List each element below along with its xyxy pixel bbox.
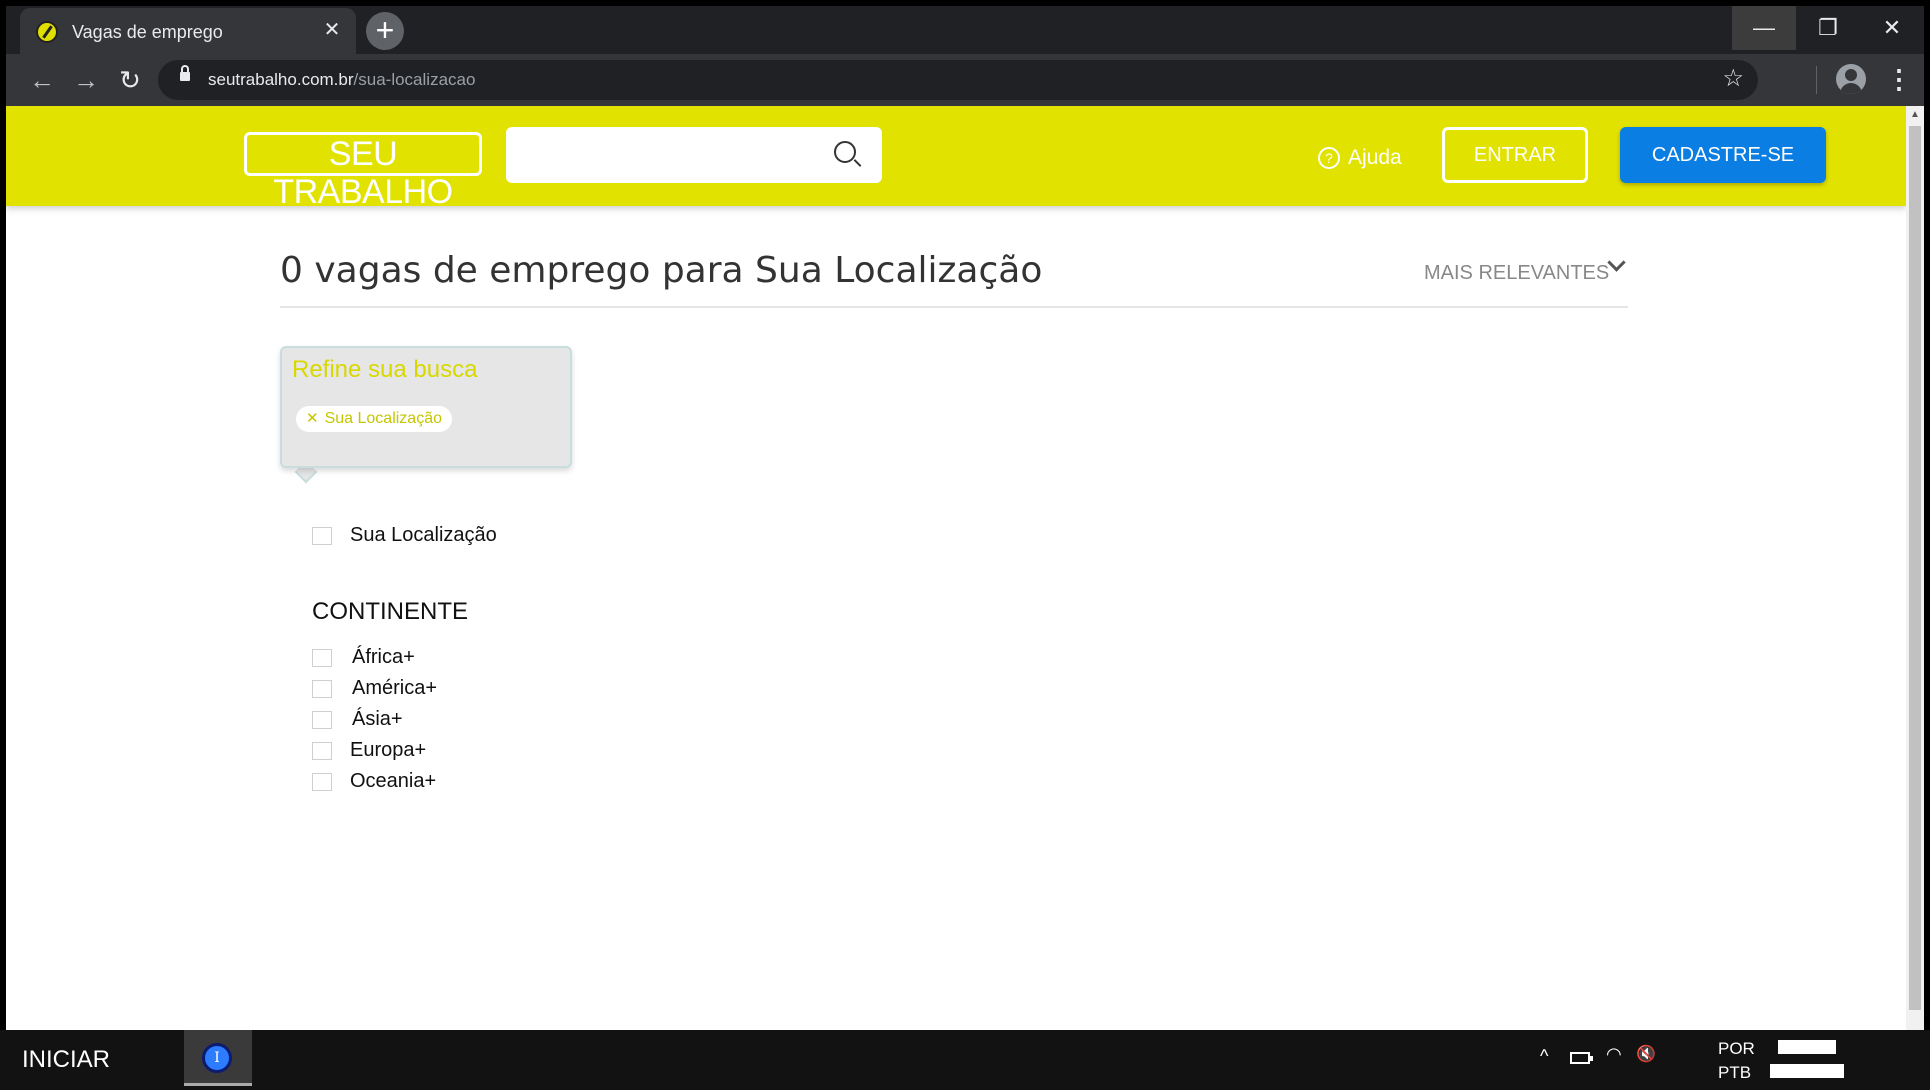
language-code[interactable]: POR xyxy=(1718,1039,1755,1059)
lock-icon xyxy=(180,65,190,81)
continent-checkbox[interactable] xyxy=(312,649,332,667)
remove-filter-icon[interactable]: ✕ xyxy=(306,406,319,432)
taskbar: INICIAR I ^ ◠ 🔇 POR PTB xyxy=(0,1030,1930,1090)
address-bar[interactable]: seutrabalho.com.br/sua-localizacao ☆ xyxy=(158,60,1758,100)
help-label: Ajuda xyxy=(1348,146,1402,169)
continent-checkbox[interactable] xyxy=(312,773,332,791)
tab-close-icon[interactable]: ✕ xyxy=(320,18,344,42)
url-path: /sua-localizacao xyxy=(353,70,476,89)
page-title: 0 vagas de emprego para Sua Localização xyxy=(280,250,1043,291)
location-checkbox[interactable] xyxy=(312,527,332,545)
app-icon: I xyxy=(202,1043,232,1073)
reload-icon[interactable]: ↻ xyxy=(114,64,146,96)
start-button[interactable]: INICIAR xyxy=(22,1046,110,1074)
location-option-label: Sua Localização xyxy=(350,524,497,546)
site-logo[interactable]: SEU TRABALHO xyxy=(244,132,482,211)
search-input[interactable] xyxy=(506,127,882,183)
browser-window: Vagas de emprego ✕ + — ❐ ✕ ← → ↻ seutrab… xyxy=(6,6,1924,1030)
active-filter-chip[interactable]: ✕ Sua Localização xyxy=(296,406,452,432)
site-header: SEU TRABALHO ? Ajuda ENTRAR CADASTRE-SE xyxy=(6,106,1906,211)
url-domain: seutrabalho.com.br xyxy=(208,70,354,89)
forward-arrow-icon[interactable]: → xyxy=(70,64,102,96)
keyboard-layout-code[interactable]: PTB xyxy=(1718,1063,1751,1083)
continent-label: América+ xyxy=(352,677,438,699)
page-scrollbar[interactable]: ▲ xyxy=(1906,106,1924,1030)
battery-icon[interactable] xyxy=(1570,1052,1593,1064)
help-icon: ? xyxy=(1318,147,1340,169)
browser-tab[interactable]: Vagas de emprego ✕ xyxy=(20,8,356,54)
continent-section-title: CONTINENTE xyxy=(312,598,468,625)
bookmark-star-icon[interactable]: ☆ xyxy=(1722,64,1744,93)
continent-label: Oceania+ xyxy=(350,770,437,792)
clock-time-redacted xyxy=(1778,1040,1836,1054)
continent-label: África+ xyxy=(352,646,415,668)
scrollbar-thumb[interactable] xyxy=(1909,126,1921,1010)
volume-muted-icon[interactable]: 🔇 xyxy=(1636,1044,1656,1064)
window-close-button[interactable]: ✕ xyxy=(1860,6,1924,50)
tray-expand-icon[interactable]: ^ xyxy=(1540,1046,1548,1067)
search-icon[interactable] xyxy=(834,141,856,163)
sort-dropdown[interactable]: MAIS RELEVANTES xyxy=(1424,262,1609,285)
wifi-icon[interactable]: ◠ xyxy=(1606,1044,1622,1065)
tab-strip: Vagas de emprego ✕ + — ❐ ✕ xyxy=(6,6,1924,54)
chip-label: Sua Localização xyxy=(324,410,442,427)
clock-date-redacted xyxy=(1770,1064,1844,1078)
new-tab-button[interactable]: + xyxy=(366,12,404,50)
browser-menu-icon[interactable]: ⋮ xyxy=(1886,64,1912,96)
window-restore-button[interactable]: ❐ xyxy=(1796,6,1860,50)
refine-search-panel: Refine sua busca ✕ Sua Localização xyxy=(280,346,572,468)
url-text: seutrabalho.com.br/sua-localizacao xyxy=(208,70,475,90)
continent-checkbox[interactable] xyxy=(312,742,332,760)
chevron-down-icon[interactable] xyxy=(1607,253,1626,272)
browser-toolbar: ← → ↻ seutrabalho.com.br/sua-localizacao… xyxy=(6,54,1924,106)
profile-avatar-icon[interactable] xyxy=(1836,64,1866,94)
web-page: SEU TRABALHO ? Ajuda ENTRAR CADASTRE-SE … xyxy=(6,106,1906,1030)
scroll-up-arrow-icon[interactable]: ▲ xyxy=(1906,106,1924,124)
continent-label: Europa+ xyxy=(350,739,427,761)
continent-label: Ásia+ xyxy=(352,708,403,730)
continent-checkbox[interactable] xyxy=(312,680,332,698)
site-favicon-icon xyxy=(36,21,58,43)
taskbar-app-button[interactable]: I xyxy=(184,1030,252,1086)
title-divider xyxy=(280,306,1628,308)
signup-button[interactable]: CADASTRE-SE xyxy=(1620,127,1826,183)
window-minimize-button[interactable]: — xyxy=(1732,6,1796,50)
continent-checkbox[interactable] xyxy=(312,711,332,729)
tab-title: Vagas de emprego xyxy=(72,22,223,42)
login-button[interactable]: ENTRAR xyxy=(1442,127,1588,183)
refine-title: Refine sua busca xyxy=(292,356,478,383)
toolbar-divider xyxy=(1816,66,1817,94)
back-arrow-icon[interactable]: ← xyxy=(26,64,58,96)
